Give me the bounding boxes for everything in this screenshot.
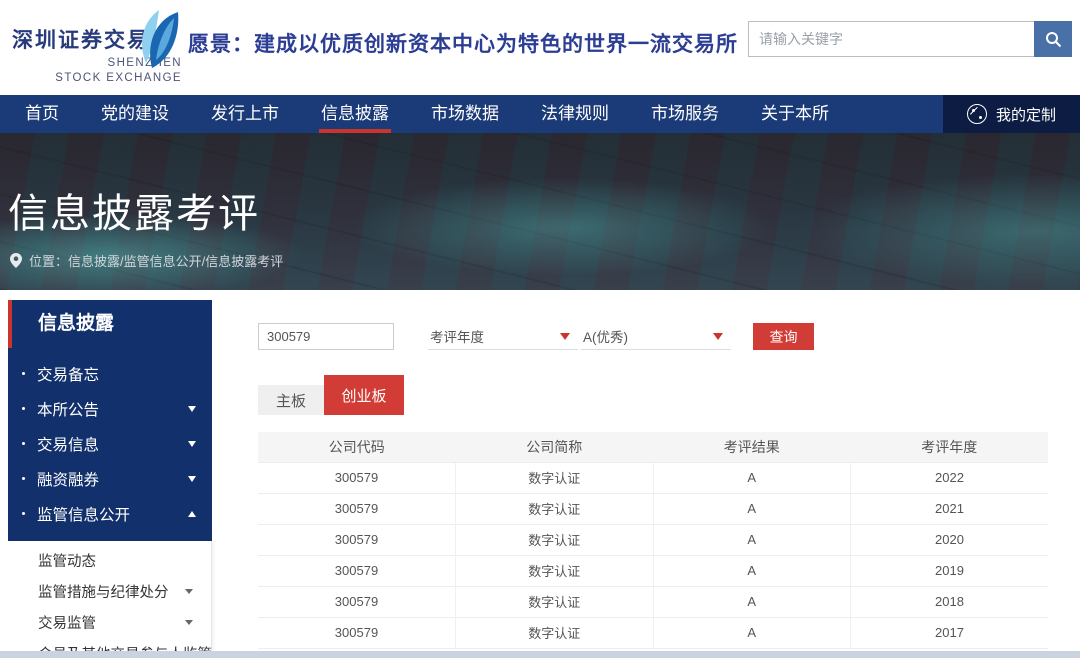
- caret-down-icon: [713, 333, 723, 340]
- caret-down-icon: [185, 620, 193, 625]
- bullet-dot: [22, 442, 25, 445]
- caret-down-icon: [188, 476, 196, 482]
- col-header-code: 公司代码: [258, 432, 456, 462]
- sidebar-menu: 交易备忘 本所公告 交易信息 融资融券 监管信息公开: [8, 348, 212, 541]
- nav-item-rules[interactable]: 法律规则: [541, 95, 609, 133]
- caret-down-icon: [188, 441, 196, 447]
- breadcrumb: 位置：信息披露/监管信息公开/信息披露考评: [10, 251, 283, 270]
- search-button[interactable]: [1034, 21, 1072, 57]
- table-row: 300579 数字认证 A 2017: [258, 617, 1048, 648]
- sidebar-item-trading-memo[interactable]: 交易备忘: [8, 356, 212, 391]
- bullet-dot: [22, 372, 25, 375]
- site-search: [748, 21, 1072, 57]
- table-row: 300579 数字认证 A 2019: [258, 555, 1048, 586]
- bullet-dot: [22, 512, 25, 515]
- filter-bar: 考评年度 A(优秀) 查询: [258, 323, 1058, 350]
- breadcrumb-text: 位置：信息披露/监管信息公开/信息披露考评: [29, 251, 283, 270]
- site-header: 深圳证券交易所 SHENZHEN STOCK EXCHANGE 愿景：建成以优质…: [0, 6, 1080, 95]
- sidebar-item-margin-trading[interactable]: 融资融券: [8, 461, 212, 496]
- nav-item-home[interactable]: 首页: [25, 95, 59, 133]
- nav-item-party[interactable]: 党的建设: [101, 95, 169, 133]
- logo-mark-icon: [126, 8, 182, 80]
- search-icon: [1045, 31, 1062, 48]
- table-row: 300579 数字认证 A 2020: [258, 524, 1048, 555]
- tab-main-board[interactable]: 主板: [258, 385, 324, 415]
- col-header-result: 考评结果: [653, 432, 851, 462]
- main-nav: 首页 党的建设 发行上市 信息披露 市场数据 法律规则 市场服务 关于本所 我的…: [0, 95, 1080, 133]
- sidebar-item-announcements[interactable]: 本所公告: [8, 391, 212, 426]
- col-header-year: 考评年度: [851, 432, 1049, 462]
- customize-icon: [967, 104, 987, 124]
- table-header-row: 公司代码 公司简称 考评结果 考评年度: [258, 432, 1048, 462]
- year-dropdown[interactable]: 考评年度: [428, 323, 578, 350]
- nav-item-services[interactable]: 市场服务: [651, 95, 719, 133]
- footer-strip: [0, 651, 1080, 658]
- sidebar-subitem-measures-discipline[interactable]: 监管措施与纪律处分: [8, 576, 211, 607]
- grade-dropdown[interactable]: A(优秀): [581, 323, 731, 350]
- sidebar-subitem-regulatory-news[interactable]: 监管动态: [8, 545, 211, 576]
- nav-item-market-data[interactable]: 市场数据: [431, 95, 499, 133]
- caret-down-icon: [560, 333, 570, 340]
- bullet-dot: [22, 407, 25, 410]
- sidebar-item-regulatory-disclosure[interactable]: 监管信息公开: [8, 496, 212, 531]
- caret-up-icon: [188, 511, 196, 517]
- caret-down-icon: [188, 406, 196, 412]
- nav-item-listing[interactable]: 发行上市: [211, 95, 279, 133]
- nav-item-about[interactable]: 关于本所: [761, 95, 829, 133]
- sidebar: 信息披露 交易备忘 本所公告 交易信息 融资融券: [8, 300, 212, 658]
- board-tabs: 主板 创业板: [258, 375, 404, 415]
- evaluation-table: 公司代码 公司简称 考评结果 考评年度 300579 数字认证 A 2022 3…: [258, 432, 1048, 649]
- sidebar-item-trading-info[interactable]: 交易信息: [8, 426, 212, 461]
- bullet-dot: [22, 477, 25, 480]
- search-input[interactable]: [748, 21, 1034, 57]
- table-row: 300579 数字认证 A 2022: [258, 462, 1048, 493]
- page-title: 信息披露考评: [8, 181, 260, 239]
- col-header-name: 公司简称: [456, 432, 654, 462]
- query-button[interactable]: 查询: [753, 323, 814, 350]
- vision-slogan: 愿景：建成以优质创新资本中心为特色的世界一流交易所: [188, 28, 738, 58]
- table-row: 300579 数字认证 A 2018: [258, 586, 1048, 617]
- location-pin-icon: [10, 253, 22, 268]
- main-content: 考评年度 A(优秀) 查询 主板 创业板 公司代码 公司简称 考评结果 考评年度: [230, 290, 1080, 650]
- sidebar-title: 信息披露: [8, 300, 212, 348]
- nav-item-disclosure[interactable]: 信息披露: [321, 95, 389, 133]
- sidebar-subitem-trading-supervision[interactable]: 交易监管: [8, 607, 211, 638]
- table-row: 300579 数字认证 A 2021: [258, 493, 1048, 524]
- my-customization-label: 我的定制: [996, 104, 1056, 125]
- page: 深圳证券交易所 SHENZHEN STOCK EXCHANGE 愿景：建成以优质…: [0, 0, 1080, 658]
- sidebar-submenu: 监管动态 监管措施与纪律处分 交易监管 会员及其他交易参与人监管: [8, 541, 212, 658]
- my-customization-button[interactable]: 我的定制: [943, 95, 1080, 133]
- tab-chinext[interactable]: 创业板: [324, 375, 404, 415]
- caret-down-icon: [185, 589, 193, 594]
- stock-code-input[interactable]: [258, 323, 394, 350]
- hero-banner: 信息披露考评 位置：信息披露/监管信息公开/信息披露考评: [0, 133, 1080, 290]
